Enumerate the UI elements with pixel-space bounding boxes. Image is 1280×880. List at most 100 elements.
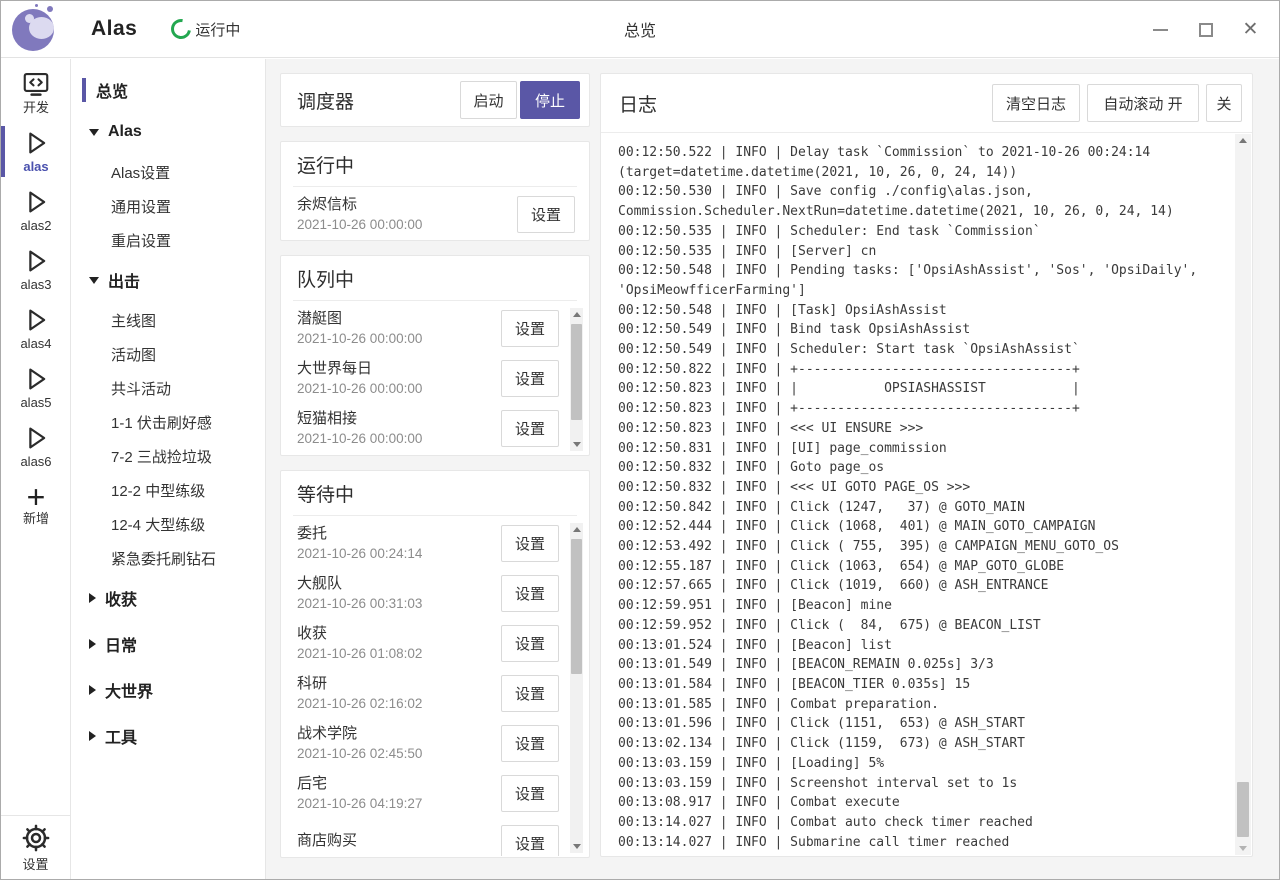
active-indicator <box>82 78 86 102</box>
running-task-list: 余烬信标 2021-10-26 00:00:00 设置 <box>281 189 589 239</box>
menu-item-main-map[interactable]: 主线图 <box>71 303 265 337</box>
menu-item-alas-settings[interactable]: Alas设置 <box>71 155 265 189</box>
chevron-right-icon <box>89 593 96 603</box>
triangle-up-icon <box>573 312 581 317</box>
task-row: 收获 2021-10-26 01:08:02 设置 <box>281 618 589 668</box>
sidebar-settings-button[interactable]: 设置 <box>1 815 70 879</box>
menu-group-label: 收获 <box>105 586 137 610</box>
start-button[interactable]: 启动 <box>460 81 517 119</box>
menu-item-event-map[interactable]: 活动图 <box>71 337 265 371</box>
close-button[interactable]: ✕ <box>1228 1 1273 58</box>
menu-group-sortie[interactable]: 出击 <box>71 257 265 303</box>
app-logo-icon <box>11 5 59 53</box>
task-settings-button[interactable]: 设置 <box>501 775 559 812</box>
menu-group-label: 出击 <box>108 268 140 292</box>
task-settings-button[interactable]: 设置 <box>501 825 559 857</box>
add-instance-button[interactable]: + 新增 <box>1 477 71 534</box>
waiting-task-list: 委托 2021-10-26 00:24:14 设置 大舰队 2021-10-26… <box>281 518 589 856</box>
task-settings-button[interactable]: 设置 <box>501 410 559 447</box>
task-settings-button[interactable]: 设置 <box>501 625 559 662</box>
instance-label: alas2 <box>20 219 51 233</box>
scrollbar-thumb[interactable] <box>571 539 582 674</box>
menu-item-7-2[interactable]: 7-2 三战捡垃圾 <box>71 439 265 473</box>
log-card: 日志 清空日志 自动滚动 开 关 00:12:50.522 | INFO | D… <box>600 73 1253 857</box>
task-row: 科研 2021-10-26 02:16:02 设置 <box>281 668 589 718</box>
scrollbar-thumb[interactable] <box>571 324 582 420</box>
triangle-down-icon <box>573 844 581 849</box>
menu-item-1-1[interactable]: 1-1 伏击刷好感 <box>71 405 265 439</box>
play-icon <box>21 246 51 276</box>
menu-group-daily[interactable]: 日常 <box>71 621 265 667</box>
task-settings-button[interactable]: 设置 <box>501 725 559 762</box>
task-time: 2021-10-26 00:00:00 <box>297 331 501 346</box>
task-time: 2021-10-26 02:45:50 <box>297 746 501 761</box>
task-row: 大世界每日 2021-10-26 00:00:00 设置 <box>281 353 589 403</box>
sidebar-item-dev[interactable]: 开发 <box>1 64 71 121</box>
sidebar-instance-alas[interactable]: alas <box>1 123 71 180</box>
app-title: Alas <box>91 17 137 41</box>
task-row: 大舰队 2021-10-26 00:31:03 设置 <box>281 568 589 618</box>
scrollbar-thumb[interactable] <box>1237 782 1249 837</box>
minimize-icon <box>1153 29 1168 31</box>
task-name: 大舰队 <box>297 575 501 594</box>
menu-item-12-4[interactable]: 12-4 大型练级 <box>71 507 265 541</box>
instance-label: alas4 <box>20 337 51 351</box>
autoscroll-on-button[interactable]: 自动滚动 开 <box>1087 84 1199 122</box>
triangle-up-icon <box>573 527 581 532</box>
task-settings-button[interactable]: 设置 <box>501 525 559 562</box>
sidebar-instance-alas5[interactable]: alas5 <box>1 359 71 416</box>
scroll-down-button[interactable] <box>570 840 583 853</box>
log-title: 日志 <box>619 90 657 117</box>
stop-button[interactable]: 停止 <box>520 81 580 119</box>
task-name: 潜艇图 <box>297 310 501 329</box>
task-settings-button[interactable]: 设置 <box>501 310 559 347</box>
task-time: 2021-10-26 02:16:02 <box>297 696 501 711</box>
pending-card: 队列中 潜艇图 2021-10-26 00:00:00 设置 大世界每日 202… <box>280 255 590 456</box>
task-name: 大世界每日 <box>297 360 501 379</box>
menu-item-12-2[interactable]: 12-2 中型练级 <box>71 473 265 507</box>
menu-item-label: 总览 <box>96 78 128 102</box>
scheduler-title: 调度器 <box>297 87 354 114</box>
scroll-down-button[interactable] <box>1235 842 1251 855</box>
task-settings-button[interactable]: 设置 <box>501 360 559 397</box>
pending-scrollbar[interactable] <box>570 308 583 451</box>
log-scrollbar[interactable] <box>1235 134 1251 855</box>
task-settings-button[interactable]: 设置 <box>517 196 575 233</box>
sidebar-instance-alas6[interactable]: alas6 <box>1 418 71 475</box>
log-body[interactable]: 00:12:50.522 | INFO | Delay task `Commis… <box>601 134 1235 855</box>
task-settings-button[interactable]: 设置 <box>501 675 559 712</box>
maximize-icon <box>1199 23 1213 37</box>
chevron-right-icon <box>89 639 96 649</box>
task-name: 余烬信标 <box>297 196 517 215</box>
minimize-button[interactable] <box>1138 1 1183 58</box>
task-name: 战术学院 <box>297 725 501 744</box>
sidebar-instance-alas2[interactable]: alas2 <box>1 182 71 239</box>
waiting-title: 等待中 <box>297 480 354 515</box>
menu-group-alas[interactable]: Alas <box>71 109 265 155</box>
scroll-up-button[interactable] <box>1235 134 1251 147</box>
waiting-scrollbar[interactable] <box>570 523 583 853</box>
play-icon <box>21 128 51 158</box>
chevron-down-icon <box>89 129 99 136</box>
sidebar-instance-alas4[interactable]: alas4 <box>1 300 71 357</box>
menu-item-general-settings[interactable]: 通用设置 <box>71 189 265 223</box>
scroll-up-button[interactable] <box>570 523 583 536</box>
running-spinner-icon <box>167 15 195 43</box>
autoscroll-off-button[interactable]: 关 <box>1206 84 1242 122</box>
menu-item-restart-settings[interactable]: 重启设置 <box>71 223 265 257</box>
menu-group-opsi[interactable]: 大世界 <box>71 667 265 713</box>
menu-group-reward[interactable]: 收获 <box>71 575 265 621</box>
play-icon <box>21 187 51 217</box>
sidebar-instance-alas3[interactable]: alas3 <box>1 241 71 298</box>
clear-log-button[interactable]: 清空日志 <box>992 84 1080 122</box>
chevron-right-icon <box>89 685 96 695</box>
menu-item-urgent-commission[interactable]: 紧急委托刷钻石 <box>71 541 265 575</box>
scroll-up-button[interactable] <box>570 308 583 321</box>
menu-item-coop-event[interactable]: 共斗活动 <box>71 371 265 405</box>
scroll-down-button[interactable] <box>570 438 583 451</box>
menu-group-tools[interactable]: 工具 <box>71 713 265 759</box>
main-content: 调度器 启动 停止 运行中 余烬信标 2021-10-26 00:00:00 设… <box>266 59 1279 879</box>
maximize-button[interactable] <box>1183 1 1228 58</box>
menu-item-overview[interactable]: 总览 <box>71 71 265 109</box>
task-settings-button[interactable]: 设置 <box>501 575 559 612</box>
